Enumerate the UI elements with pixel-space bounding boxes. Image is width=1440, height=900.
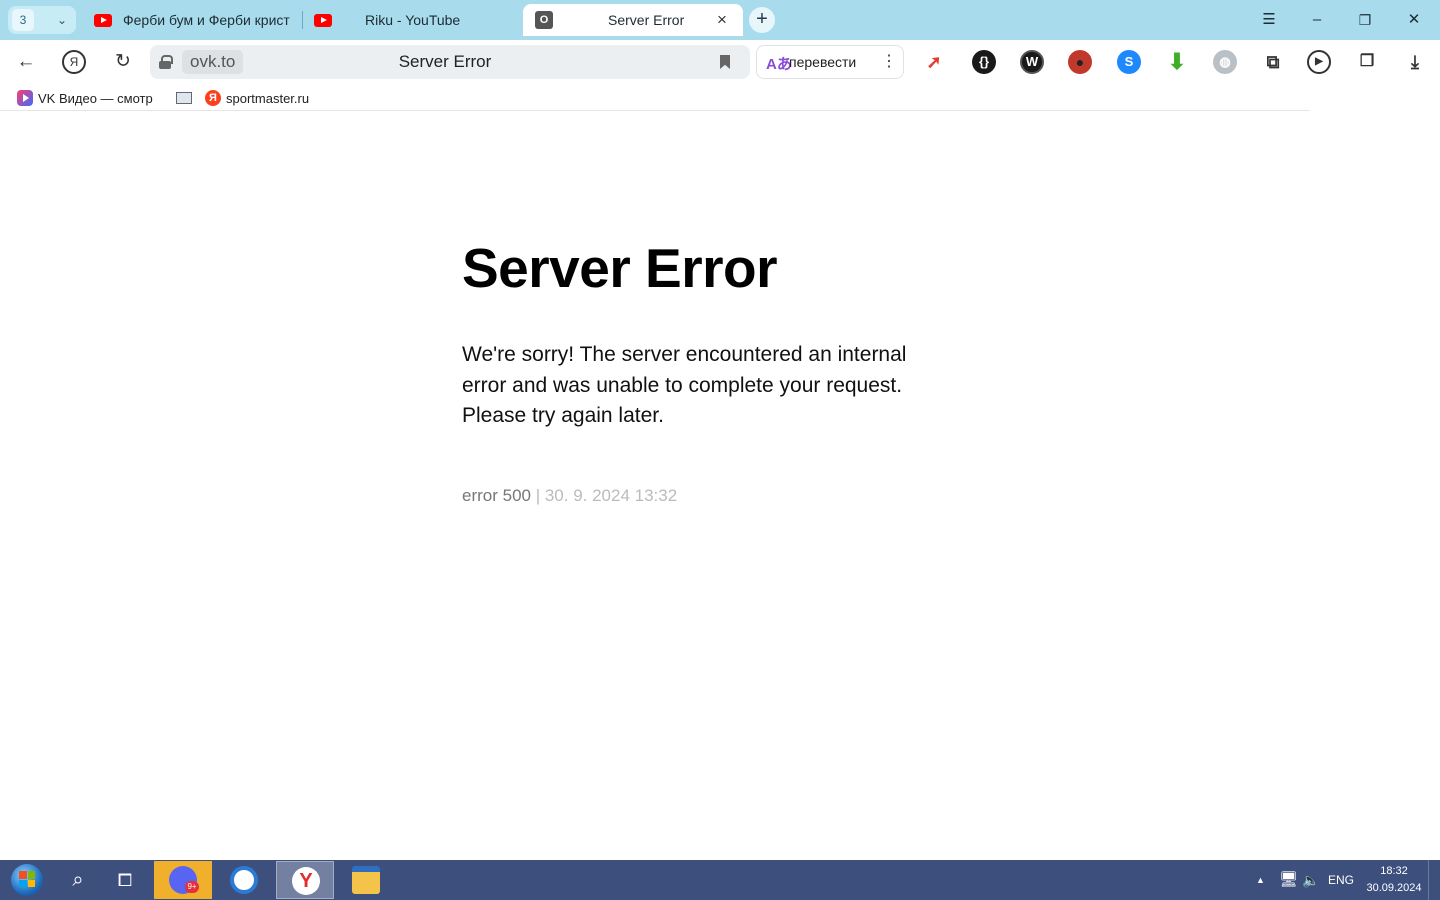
youtube-icon — [314, 13, 332, 27]
bookmark-label: VK Видео — смотр — [38, 90, 153, 106]
reload-icon[interactable]: ↻ — [111, 50, 135, 74]
error-message: We're sorry! The server encountered an i… — [462, 343, 907, 427]
extension-ladybug-icon[interactable]: ● — [1068, 50, 1092, 74]
error-timestamp: | 30. 9. 2024 13:32 — [530, 485, 678, 505]
network-icon[interactable]: 🖥 — [1279, 860, 1298, 900]
tab-server-error[interactable]: O Server Error × — [523, 4, 743, 36]
taskbar-discord[interactable]: 9+ — [154, 861, 212, 899]
ovk-icon: O — [535, 11, 553, 29]
tab-strip: 3 ⌄ Ферби бум и Ферби крист Riku - YouTu… — [0, 0, 1440, 40]
tab-count-badge[interactable]: 3 — [12, 9, 34, 31]
tab-riku-youtube[interactable]: Riku - YouTube — [314, 4, 514, 36]
notification-badge: 9+ — [185, 881, 199, 893]
windows-logo-icon[interactable] — [19, 871, 35, 887]
chevron-down-icon[interactable]: ⌄ — [52, 10, 72, 30]
tab-separator — [302, 11, 303, 29]
extension-w-icon[interactable]: W — [1020, 50, 1044, 74]
tab-label: Riku - YouTube — [365, 12, 461, 28]
extension-download-arrow-icon[interactable]: ⬇ — [1165, 50, 1189, 74]
browser-toolbar: ← Я ↻ ovk.to Server Error Aあ перевести ⋮… — [0, 40, 1440, 84]
restore-button[interactable]: ❐ — [1353, 8, 1377, 32]
taskbar-yandex-browser[interactable]: Y — [276, 861, 334, 899]
more-vertical-icon[interactable]: ⋮ — [881, 46, 897, 78]
extension-red-arrow-icon[interactable]: ➚ — [922, 50, 946, 74]
yandex-icon: Я — [205, 90, 221, 106]
translate-label: перевести — [789, 54, 857, 70]
taskbar-browser-profile[interactable] — [215, 861, 273, 899]
tab-label: Server Error — [608, 12, 685, 28]
tab-label: Ферби бум и Ферби крист — [123, 12, 290, 28]
clock-time: 18:32 — [1380, 865, 1408, 877]
folder-icon — [352, 866, 380, 894]
image-icon — [176, 92, 192, 104]
translate-icon: Aあ — [766, 56, 792, 73]
task-view-icon[interactable]: ⧠ — [111, 866, 139, 894]
language-indicator[interactable]: ENG — [1328, 860, 1354, 900]
tab-groups-button[interactable]: 3 ⌄ — [8, 6, 76, 34]
extensions-puzzle-icon[interactable]: ⧉ — [1261, 50, 1285, 74]
bookmark-image[interactable] — [176, 88, 192, 108]
close-window-button[interactable]: ✕ — [1402, 8, 1426, 32]
translate-button[interactable]: Aあ перевести ⋮ — [756, 45, 904, 79]
address-bar[interactable]: ovk.to Server Error — [150, 45, 750, 79]
error-meta: error 500 | 30. 9. 2024 13:32 — [462, 485, 982, 507]
extension-globe-icon[interactable]: ◍ — [1213, 50, 1237, 74]
clock-date: 30.09.2024 — [1366, 882, 1422, 894]
bookmark-vk-video[interactable]: VK Видео — смотр — [17, 88, 157, 108]
system-clock[interactable]: 18:32 30.09.2024 — [1364, 863, 1424, 897]
back-arrow-icon[interactable]: ← — [14, 50, 38, 74]
tab-ferbi[interactable]: Ферби бум и Ферби крист — [94, 4, 294, 36]
downloads-icon[interactable]: ⤓ — [1403, 50, 1427, 74]
taskbar: ⌕ ⧠ 9+ Y ▲ 🖥 🔈 ENG 18:32 30.09.2024 — [0, 860, 1440, 900]
extension-shazam-icon[interactable]: S — [1117, 50, 1141, 74]
taskbar-file-explorer[interactable] — [337, 861, 395, 899]
address-page-title: Server Error — [398, 52, 492, 71]
browser-profile-icon — [230, 866, 258, 894]
show-desktop-button[interactable] — [1428, 860, 1440, 900]
youtube-icon — [94, 13, 112, 27]
error-code: error 500 — [462, 485, 531, 505]
search-icon[interactable]: ⌕ — [64, 866, 92, 894]
yandex-browser-icon: Y — [292, 867, 320, 895]
error-page: Server Error We're sorry! The server enc… — [462, 236, 982, 507]
new-tab-button[interactable]: + — [749, 7, 775, 33]
video-player-icon[interactable]: ▶ — [1307, 50, 1331, 74]
minimize-button[interactable]: – — [1305, 8, 1329, 32]
vk-video-icon — [17, 90, 33, 106]
extension-json-icon[interactable]: {} — [972, 50, 996, 74]
yandex-logo-icon[interactable]: Я — [62, 50, 86, 74]
bookmarks-bar: VK Видео — смотр Я sportmaster.ru — [0, 84, 1310, 111]
volume-icon[interactable]: 🔈 — [1302, 860, 1319, 900]
tray-expand-icon[interactable]: ▲ — [1256, 860, 1265, 900]
bookmark-label: sportmaster.ru — [226, 90, 310, 106]
close-tab-icon[interactable]: × — [717, 10, 727, 30]
start-button[interactable] — [8, 862, 46, 898]
menu-icon[interactable]: ☰ — [1257, 8, 1281, 32]
bookmark-sportmaster[interactable]: Я sportmaster.ru — [205, 88, 309, 108]
page-title: Server Error — [462, 237, 778, 299]
collections-icon[interactable]: ❒ — [1355, 50, 1379, 74]
